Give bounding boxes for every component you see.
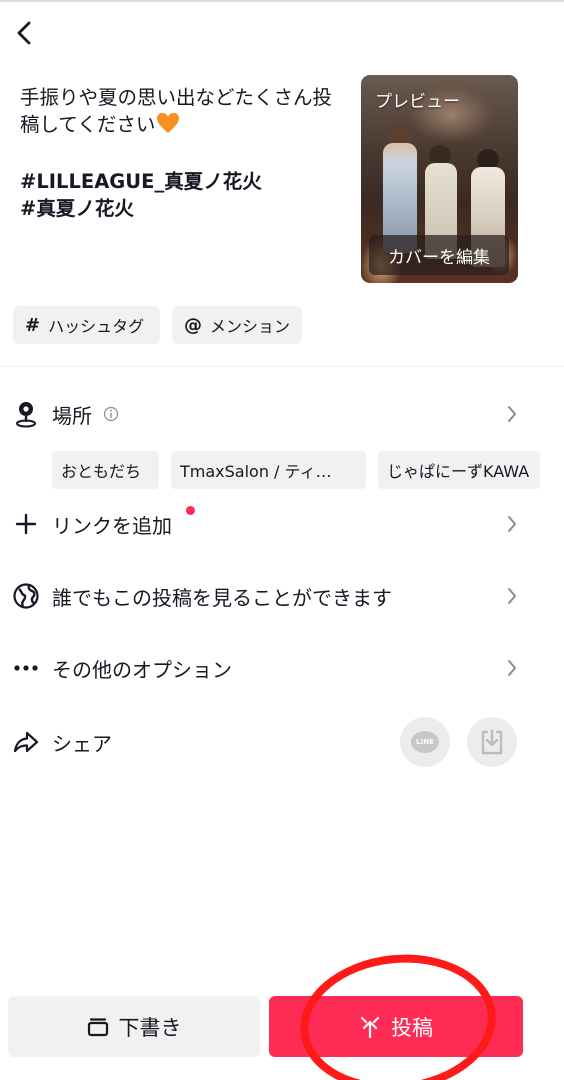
post-label: 投稿 <box>391 1015 433 1040</box>
location-suggestion-1[interactable]: おともだち <box>52 451 159 489</box>
mention-chip-label: メンション <box>210 317 291 336</box>
chevron-right-icon <box>504 514 520 534</box>
section-divider <box>0 366 564 367</box>
preview-label: プレビュー <box>375 92 460 112</box>
back-button[interactable] <box>8 16 40 50</box>
share-line-button[interactable]: LINE <box>400 717 450 767</box>
post-icon <box>359 1015 381 1039</box>
hashtag-line-2: #真夏ノ花火 <box>20 197 134 220</box>
caption-input[interactable]: 手振りや夏の思い出などたくさん投稿してください #LILLEAGUE_真夏ノ花火… <box>20 84 338 222</box>
chevron-right-icon <box>504 404 520 424</box>
chevron-left-icon <box>17 21 31 45</box>
share-label: シェア <box>52 731 112 756</box>
chevron-right-icon <box>504 586 520 606</box>
privacy-row[interactable]: 誰でもこの投稿を見ることができます <box>0 574 564 618</box>
drafts-icon <box>87 1017 109 1037</box>
orange-heart-icon <box>156 112 180 141</box>
more-options-label: その他のオプション <box>52 657 232 682</box>
edit-cover-button[interactable]: カバーを編集 <box>369 235 509 275</box>
download-icon <box>481 729 503 755</box>
add-link-row[interactable]: リンクを追加 <box>0 502 564 546</box>
more-dots-icon <box>12 654 40 682</box>
top-divider <box>0 0 564 2</box>
hashtag-chip-label: ハッシュタグ <box>48 317 145 336</box>
location-suggestion-2[interactable]: TmaxSalon / ティ… <box>171 451 366 489</box>
location-pin-icon <box>12 400 40 428</box>
globe-icon <box>12 582 40 610</box>
hashtag-line-1: #LILLEAGUE_真夏ノ花火 <box>20 170 262 193</box>
mention-chip[interactable]: @ メンション <box>172 306 302 344</box>
privacy-label: 誰でもこの投稿を見ることができます <box>52 585 392 610</box>
location-label: 場所 <box>52 403 92 428</box>
info-icon[interactable] <box>103 406 119 422</box>
save-to-device-button[interactable] <box>467 717 517 767</box>
post-button[interactable]: 投稿 <box>269 996 523 1057</box>
location-suggestion-3[interactable]: じゃぱにーずKAWA <box>378 451 540 489</box>
mention-icon: @ <box>184 314 202 336</box>
line-icon: LINE <box>411 731 439 753</box>
location-row[interactable]: 場所 <box>0 392 564 436</box>
hashtag-chip[interactable]: # ハッシュタグ <box>13 306 160 344</box>
share-arrow-icon <box>12 728 40 756</box>
hashtag-icon: # <box>25 314 41 336</box>
notification-dot <box>186 506 195 515</box>
plus-icon <box>12 510 40 538</box>
draft-button[interactable]: 下書き <box>8 996 260 1057</box>
chevron-right-icon <box>504 658 520 678</box>
video-preview[interactable]: プレビュー カバーを編集 <box>361 75 518 283</box>
draft-label: 下書き <box>118 1015 182 1040</box>
more-options-row[interactable]: その他のオプション <box>0 646 564 690</box>
add-link-label: リンクを追加 <box>52 513 172 538</box>
